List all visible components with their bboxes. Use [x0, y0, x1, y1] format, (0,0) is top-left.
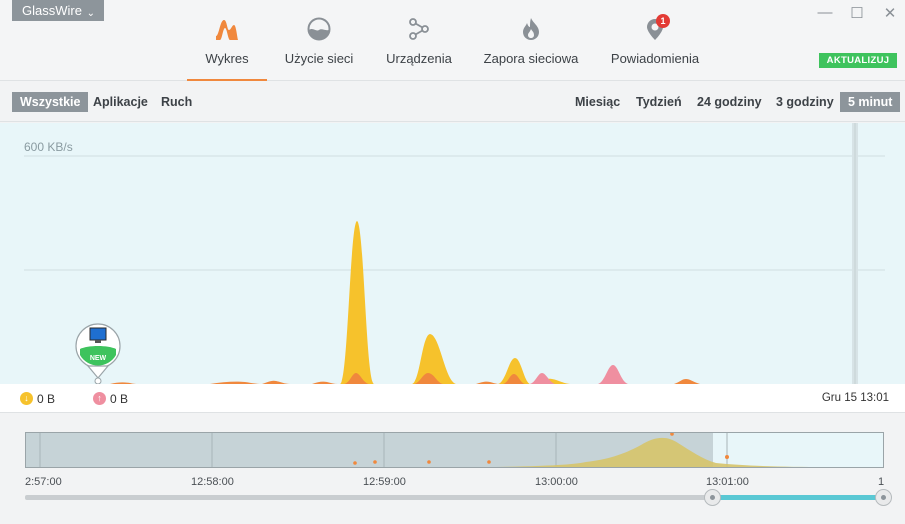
firewall-icon	[523, 18, 539, 40]
download-peak	[340, 221, 374, 384]
timeline-tick: 13:01:00	[706, 476, 749, 488]
new-app-marker[interactable]: NEW	[75, 323, 121, 384]
marker-pointer	[86, 365, 110, 379]
timeline-selected-area	[713, 433, 883, 467]
timeline-start-handle[interactable]	[704, 489, 721, 506]
filter-bar: Wszystkie Aplikacje Ruch Miesiąc Tydzień…	[0, 82, 905, 122]
monitor-icon	[89, 327, 107, 341]
download-value: 0 B	[37, 392, 56, 406]
range-week[interactable]: Tydzień	[628, 92, 690, 112]
tab-firewall[interactable]: Zapora sieciowa	[467, 16, 595, 81]
filter-apps[interactable]: Aplikacje	[85, 92, 156, 112]
alerts-badge: 1	[656, 14, 670, 28]
filter-all[interactable]: Wszystkie	[12, 92, 89, 112]
timeline-end-handle[interactable]	[875, 489, 892, 506]
tab-alerts[interactable]: 1 Powiadomienia	[595, 14, 715, 81]
glasswire-window: GlassWire ⌄ — ☐ ✕ Wykres Użycie sieci Ur…	[0, 0, 905, 524]
timeline-overview[interactable]	[25, 432, 884, 468]
timeline-event	[373, 460, 377, 464]
range-month[interactable]: Miesiąc	[567, 92, 628, 112]
timeline-tick: 12:58:00	[191, 476, 234, 488]
tab-label: Powiadomienia	[610, 51, 700, 66]
timeline-event	[487, 460, 491, 464]
chevron-down-icon: ⌄	[86, 8, 95, 19]
timeline-selection[interactable]	[712, 495, 884, 500]
y-axis-label: 600 KB/s	[24, 140, 73, 154]
tab-label: Użycie sieci	[284, 51, 354, 66]
download-icon: ↓	[20, 392, 33, 405]
timeline-tick: 12:59:00	[363, 476, 406, 488]
update-button[interactable]: AKTUALIZUJ	[819, 53, 897, 68]
brand-menu[interactable]: GlassWire ⌄	[12, 0, 104, 21]
range-3h[interactable]: 3 godziny	[768, 92, 842, 112]
tab-devices[interactable]: Urządzenia	[371, 16, 467, 81]
brand-label: GlassWire	[22, 3, 82, 18]
current-date: Gru 15 13:01	[821, 392, 889, 404]
top-header: GlassWire ⌄ — ☐ ✕ Wykres Użycie sieci Ur…	[0, 0, 905, 81]
tab-label: Urządzenia	[386, 51, 452, 66]
minimize-icon[interactable]: —	[815, 4, 835, 21]
upload-peak	[598, 365, 628, 384]
timeline-event	[427, 460, 431, 464]
traffic-graph-svg: NEW	[24, 123, 885, 384]
timeline-overview-svg	[26, 433, 883, 467]
maximize-icon[interactable]: ☐	[847, 4, 867, 22]
monitor-stand	[95, 340, 101, 343]
main-nav: Wykres Użycie sieci Urządzenia Zapora si…	[187, 14, 715, 81]
tab-usage[interactable]: Użycie sieci	[267, 16, 371, 81]
timeline-event	[353, 461, 357, 465]
filter-traffic[interactable]: Ruch	[153, 92, 200, 112]
upload-peak	[530, 373, 555, 384]
usage-icon	[307, 17, 331, 41]
timeline: 2:57:00 12:58:00 12:59:00 13:00:00 13:01…	[0, 414, 905, 524]
alerts-icon-wrap: 1	[642, 14, 670, 42]
timeline-tick: 2:57:00	[25, 476, 62, 488]
timeline-tick: 1	[878, 476, 885, 488]
devices-icon	[409, 18, 429, 40]
upload-icon: ↑	[93, 392, 106, 405]
timeline-event	[725, 455, 729, 459]
traffic-graph[interactable]: NEW 600 KB/s	[0, 123, 905, 384]
tab-graph[interactable]: Wykres	[187, 16, 267, 81]
tab-label: Zapora sieciowa	[483, 51, 579, 66]
upload-value: 0 B	[110, 392, 129, 406]
timeline-tick: 13:00:00	[535, 476, 578, 488]
range-5min[interactable]: 5 minut	[840, 92, 901, 112]
marker-label: NEW	[90, 355, 107, 362]
tab-label: Wykres	[205, 51, 249, 66]
close-icon[interactable]: ✕	[880, 4, 900, 22]
legend-strip: ↓ 0 B ↑ 0 B Gru 15 13:01	[0, 384, 905, 413]
range-24h[interactable]: 24 godziny	[689, 92, 770, 112]
graph-icon	[216, 20, 238, 40]
